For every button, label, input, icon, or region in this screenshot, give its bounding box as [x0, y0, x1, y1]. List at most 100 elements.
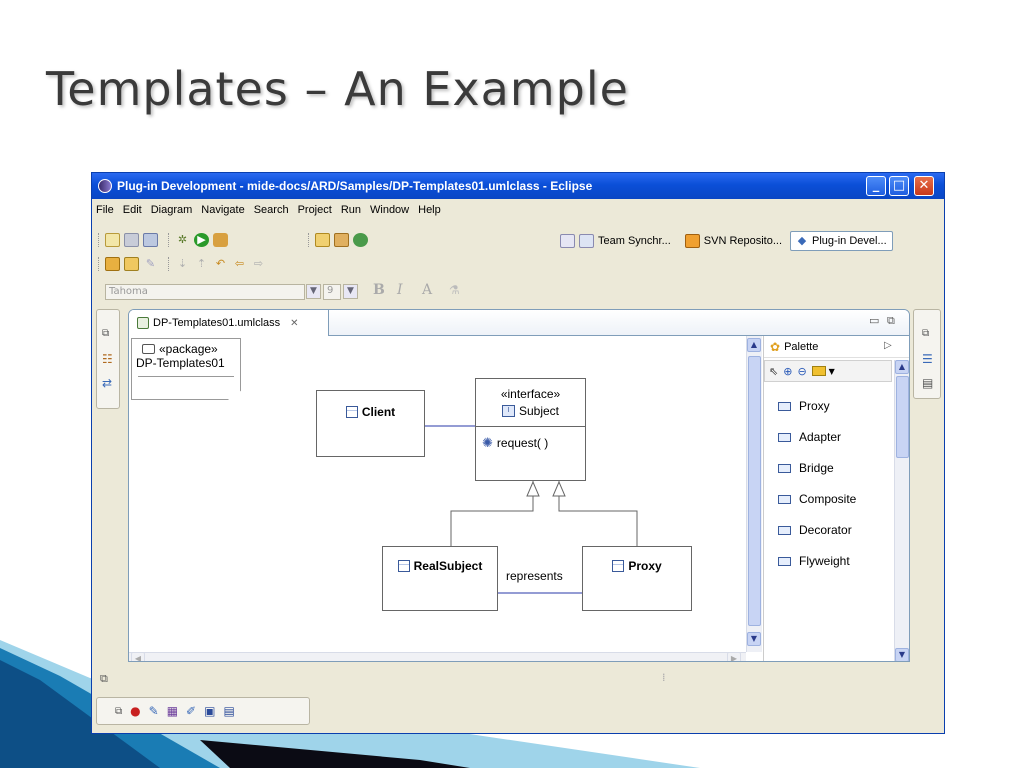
- note-tool-dropdown-icon[interactable]: ▼: [829, 367, 835, 376]
- run-icon[interactable]: ▶: [194, 233, 209, 247]
- eclipse-window: Plug-in Development - mide-docs/ARD/Samp…: [91, 172, 945, 734]
- palette-scroll-up-icon[interactable]: ▲: [895, 360, 909, 374]
- palette-scroll-thumb[interactable]: [896, 376, 909, 458]
- perspective-plugin-dev[interactable]: ◆ Plug-in Devel...: [790, 231, 893, 251]
- close-button[interactable]: ✕: [914, 176, 934, 196]
- scroll-left-icon[interactable]: ◀: [131, 652, 145, 661]
- font-name-dropdown-icon[interactable]: ▼: [306, 284, 321, 299]
- print-icon[interactable]: [143, 233, 158, 247]
- font-color-button[interactable]: A: [422, 282, 432, 298]
- svn-icon[interactable]: [684, 234, 700, 248]
- open-perspective-icon[interactable]: [560, 234, 575, 248]
- palette-item-bridge[interactable]: Bridge: [778, 461, 834, 475]
- bold-button[interactable]: B: [373, 282, 385, 298]
- forward-icon[interactable]: ⇨: [251, 257, 266, 271]
- pattern-icon: [778, 556, 791, 566]
- menu-project[interactable]: Project: [298, 204, 332, 216]
- open-resource-icon[interactable]: [124, 257, 139, 271]
- fast-view-icon[interactable]: ⧉: [100, 672, 108, 686]
- save-icon[interactable]: [124, 233, 139, 247]
- palette-scrollbar[interactable]: ▲ ▼: [894, 360, 909, 661]
- client-class[interactable]: Client: [316, 390, 425, 457]
- window-titlebar[interactable]: Plug-in Development - mide-docs/ARD/Samp…: [92, 173, 944, 199]
- package-explorer-icon[interactable]: ☷: [102, 352, 113, 366]
- perspective-team-sync[interactable]: Team Synchr...: [598, 235, 671, 247]
- new-class-icon[interactable]: [353, 233, 368, 247]
- menu-run[interactable]: Run: [341, 204, 361, 216]
- palette-header[interactable]: ✿ Palette ▷: [764, 336, 909, 358]
- minimize-button[interactable]: _: [866, 176, 886, 196]
- last-edit-icon[interactable]: ↶: [213, 257, 228, 271]
- editor-tab-row: DP-Templates01.umlclass ✕ ▭ ⧉: [129, 310, 909, 336]
- note-tool-icon[interactable]: [811, 366, 826, 376]
- scroll-down-icon[interactable]: ▼: [747, 632, 761, 646]
- realsubject-class[interactable]: RealSubject: [382, 546, 498, 611]
- next-annotation-icon[interactable]: ⇣: [175, 257, 190, 271]
- zoom-in-icon[interactable]: ⊕: [783, 365, 792, 378]
- outline-icon[interactable]: ☰: [922, 352, 933, 366]
- palette-item-proxy[interactable]: Proxy: [778, 399, 830, 413]
- font-size-dropdown-icon[interactable]: ▼: [343, 284, 358, 299]
- palette-collapse-icon[interactable]: ▷: [884, 340, 892, 351]
- eclipse-app-icon: [98, 179, 112, 193]
- fill-color-icon[interactable]: ⚗: [449, 283, 460, 297]
- palette-item-flyweight[interactable]: Flyweight: [778, 554, 850, 568]
- restore-icon[interactable]: ⧉: [102, 328, 109, 339]
- minimize-editor-icon[interactable]: ▭: [869, 314, 879, 327]
- javadoc-icon[interactable]: ▦: [167, 704, 178, 718]
- properties-icon[interactable]: ▤: [922, 376, 933, 390]
- editor-tab[interactable]: DP-Templates01.umlclass ✕: [129, 310, 329, 336]
- debug-icon[interactable]: ✲: [175, 233, 190, 247]
- maximize-editor-icon[interactable]: ⧉: [887, 314, 895, 328]
- tasks-icon[interactable]: ✎: [149, 704, 159, 718]
- team-sync-icon[interactable]: [579, 234, 594, 248]
- palette-item-adapter[interactable]: Adapter: [778, 430, 841, 444]
- back-icon[interactable]: ⇦: [232, 257, 247, 271]
- menu-navigate[interactable]: Navigate: [201, 204, 244, 216]
- scroll-right-icon[interactable]: ▶: [727, 652, 741, 661]
- palette-item-decorator[interactable]: Decorator: [778, 523, 852, 537]
- proxy-class[interactable]: Proxy: [582, 546, 692, 611]
- menu-file[interactable]: File: [96, 204, 114, 216]
- restore-bottom-icon[interactable]: ⧉: [115, 706, 122, 717]
- subject-interface[interactable]: «interface» I Subject ✺ request( ): [475, 378, 586, 481]
- pattern-icon: [778, 463, 791, 473]
- diagram-canvas[interactable]: «package» DP-Templates01 Client «interfa…: [129, 336, 746, 652]
- realsubject-realization[interactable]: [450, 496, 534, 546]
- vertical-scroll-thumb[interactable]: [748, 356, 761, 626]
- console-icon[interactable]: ▣: [204, 704, 215, 718]
- proxy-realization[interactable]: [558, 496, 638, 546]
- declaration-icon[interactable]: ✐: [186, 704, 196, 718]
- hierarchy-icon[interactable]: ⇄: [102, 376, 112, 390]
- menu-window[interactable]: Window: [370, 204, 409, 216]
- open-type-icon[interactable]: [105, 257, 120, 271]
- palette-scroll-down-icon[interactable]: ▼: [895, 648, 909, 661]
- client-name: Client: [361, 405, 396, 419]
- select-tool-icon[interactable]: ⇖: [769, 365, 778, 378]
- prev-annotation-icon[interactable]: ⇡: [194, 257, 209, 271]
- zoom-out-icon[interactable]: ⊖: [797, 365, 806, 378]
- menu-search[interactable]: Search: [254, 204, 289, 216]
- menu-diagram[interactable]: Diagram: [151, 204, 193, 216]
- properties-view-icon[interactable]: ▤: [223, 704, 234, 718]
- canvas-horizontal-scrollbar[interactable]: ◀ ▶: [129, 652, 746, 661]
- font-name-field[interactable]: Tahoma: [105, 284, 305, 300]
- menu-edit[interactable]: Edit: [123, 204, 142, 216]
- font-size-field[interactable]: 9: [323, 284, 341, 300]
- tab-close-icon[interactable]: ✕: [290, 318, 298, 329]
- palette-item-composite[interactable]: Composite: [778, 492, 856, 506]
- new-java-project-icon[interactable]: [315, 233, 330, 247]
- italic-button[interactable]: I: [397, 282, 403, 298]
- problems-icon[interactable]: ●: [130, 704, 140, 718]
- external-tools-icon[interactable]: [213, 233, 228, 247]
- maximize-button[interactable]: □: [889, 176, 909, 196]
- new-package-icon[interactable]: [334, 233, 349, 247]
- canvas-vertical-scrollbar[interactable]: ▲ ▼: [746, 336, 762, 652]
- search-icon[interactable]: ✎: [143, 257, 158, 271]
- perspective-svn-repo[interactable]: SVN Reposito...: [704, 235, 782, 247]
- operation-name: request( ): [496, 436, 549, 450]
- menu-help[interactable]: Help: [418, 204, 441, 216]
- new-icon[interactable]: [105, 233, 120, 247]
- scroll-up-icon[interactable]: ▲: [747, 338, 761, 352]
- restore-right-icon[interactable]: ⧉: [922, 328, 929, 339]
